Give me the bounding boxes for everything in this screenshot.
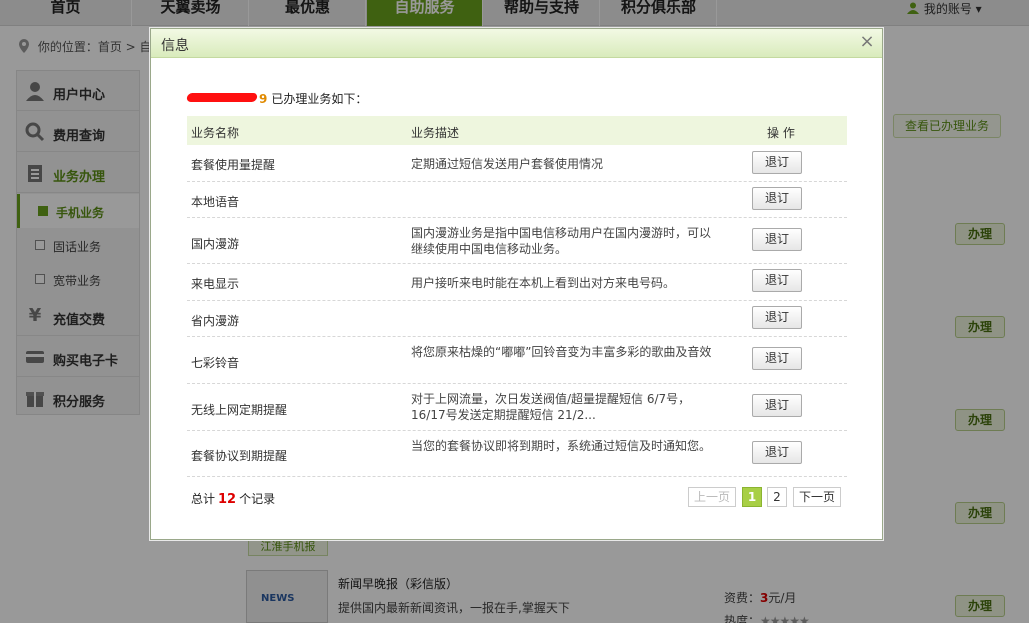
table-row: 套餐使用量提醒 定期通过短信发送用户套餐使用情况 退订 bbox=[187, 145, 847, 182]
dialog-title: 信息 bbox=[161, 38, 189, 54]
service-description: 用户接听来电时能在本机上看到出对方来电号码。 bbox=[411, 276, 676, 290]
phone-number-tail: 9 bbox=[259, 92, 268, 106]
service-name: 无线上网定期提醒 bbox=[191, 403, 288, 417]
record-total: 总计 12 个记录 bbox=[191, 490, 275, 507]
redaction-mark bbox=[186, 93, 258, 102]
prev-page-button[interactable]: 上一页 bbox=[688, 487, 736, 507]
page-2-button[interactable]: 2 bbox=[767, 487, 787, 507]
table-row: 省内漫游 退订 bbox=[187, 301, 847, 337]
dialog-header: 信息 × bbox=[151, 29, 882, 58]
service-name: 套餐协议到期提醒 bbox=[191, 449, 288, 463]
service-name: 国内漫游 bbox=[191, 237, 240, 251]
table-row: 国内漫游 国内漫游业务是指中国电信移动用户在国内漫游时，可以继续使用中国电信移动… bbox=[187, 218, 847, 264]
service-description: 国内漫游业务是指中国电信移动用户在国内漫游时，可以继续使用中国电信移动业务。 bbox=[411, 226, 712, 256]
unsubscribe-button[interactable]: 退订 bbox=[752, 187, 802, 210]
service-name: 七彩铃音 bbox=[191, 356, 240, 370]
subscription-intro: 9 已办理业务如下： bbox=[186, 90, 368, 107]
intro-text: 已办理业务如下： bbox=[271, 92, 368, 106]
service-description: 对于上网流量，次日发送阀值/超量提醒短信 6/7号，16/17号发送定期提醒短信… bbox=[411, 392, 691, 422]
table-row: 套餐协议到期提醒 当您的套餐协议即将到期时，系统通过短信及时通知您。 退订 bbox=[187, 431, 847, 477]
table-row: 来电显示 用户接听来电时能在本机上看到出对方来电号码。 退订 bbox=[187, 264, 847, 301]
unsubscribe-button[interactable]: 退订 bbox=[752, 441, 802, 464]
total-suffix: 个记录 bbox=[239, 492, 276, 506]
next-page-button[interactable]: 下一页 bbox=[793, 487, 841, 507]
info-dialog: 信息 × 9 已办理业务如下： 业务名称 业务描述 操 作 套餐使用量提醒 定期通… bbox=[150, 28, 883, 540]
table-row: 七彩铃音 将您原来枯燥的“嘟嘟”回铃音变为丰富多彩的歌曲及音效 退订 bbox=[187, 337, 847, 384]
unsubscribe-button[interactable]: 退订 bbox=[752, 151, 802, 174]
unsubscribe-button[interactable]: 退订 bbox=[752, 394, 802, 417]
service-description: 定期通过短信发送用户套餐使用情况 bbox=[411, 157, 604, 171]
table-header: 业务名称 业务描述 操 作 bbox=[187, 116, 847, 145]
total-prefix: 总计 bbox=[191, 492, 216, 506]
column-header-action: 操 作 bbox=[767, 126, 795, 140]
table-row: 无线上网定期提醒 对于上网流量，次日发送阀值/超量提醒短信 6/7号，16/17… bbox=[187, 384, 847, 431]
service-description: 当您的套餐协议即将到期时，系统通过短信及时通知您。 bbox=[411, 439, 712, 453]
unsubscribe-button[interactable]: 退订 bbox=[752, 269, 802, 292]
table-row: 本地语音 退订 bbox=[187, 182, 847, 218]
page-1-button[interactable]: 1 bbox=[742, 487, 762, 507]
column-header-name: 业务名称 bbox=[191, 126, 240, 140]
service-description: 将您原来枯燥的“嘟嘟”回铃音变为丰富多彩的歌曲及音效 bbox=[411, 345, 712, 359]
service-name: 省内漫游 bbox=[191, 314, 240, 328]
service-name: 来电显示 bbox=[191, 277, 240, 291]
close-icon[interactable]: × bbox=[857, 32, 877, 52]
total-count: 12 bbox=[218, 492, 237, 507]
service-name: 本地语音 bbox=[191, 195, 240, 209]
column-header-description: 业务描述 bbox=[411, 126, 460, 140]
unsubscribe-button[interactable]: 退订 bbox=[752, 306, 802, 329]
unsubscribe-button[interactable]: 退订 bbox=[752, 347, 802, 370]
unsubscribe-button[interactable]: 退订 bbox=[752, 228, 802, 251]
service-name: 套餐使用量提醒 bbox=[191, 158, 276, 172]
